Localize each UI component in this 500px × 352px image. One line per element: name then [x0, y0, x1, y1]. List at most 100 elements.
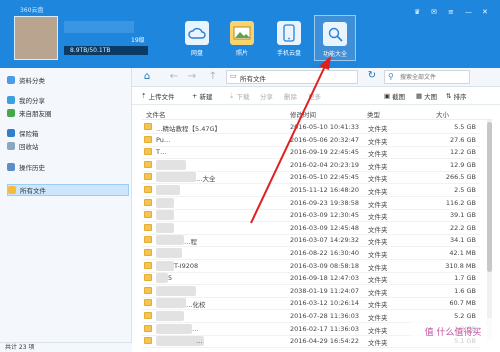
up-icon[interactable]: ↑	[207, 71, 219, 83]
sort-button[interactable]: ⇅ 排序	[446, 91, 466, 101]
sidebar-item-label: 所有文件	[20, 187, 46, 195]
column-type[interactable]: 类型	[367, 109, 380, 119]
menu-icon[interactable]: ≡	[448, 8, 454, 16]
cell-date: 2016-02-04 20:23:19	[290, 160, 360, 169]
sidebar-item-label: 保险箱	[19, 130, 39, 138]
view-button[interactable]: ▦ 大图	[416, 91, 437, 101]
search-box: ⚲	[384, 70, 470, 84]
cell-name: …	[196, 337, 203, 346]
sort-icon: ⇅	[446, 92, 452, 100]
column-modified[interactable]: 修改时间	[290, 109, 316, 119]
cell-date: 2016-07-28 11:36:03	[290, 312, 360, 320]
cell-date: 2016-05-10 10:41:33	[290, 123, 360, 131]
download-button[interactable]: ⇣ 下载	[229, 91, 249, 101]
sidebar-item-from-friends[interactable]: 来自朋友圈	[7, 107, 129, 119]
delete-label: 删除	[284, 93, 297, 101]
cell-date: 2016-09-18 12:47:03	[290, 274, 360, 283]
cell-size: 12.9 GB	[449, 160, 476, 169]
folder-icon	[144, 160, 152, 168]
topnav-cloud-drive[interactable]: 网盘	[176, 15, 218, 61]
forward-icon[interactable]: →	[186, 71, 198, 83]
screenshot-button[interactable]: ▣ 截图	[384, 91, 405, 101]
folder-icon	[144, 173, 152, 181]
storage-usage: 8.9TB/50.1TB	[64, 46, 148, 55]
blurred-name	[156, 172, 196, 183]
folder-icon	[144, 148, 152, 156]
sidebar-item-safe-box[interactable]: 保险箱	[7, 127, 129, 139]
cell-type: 文件夹	[368, 288, 388, 297]
cell-type: 文件夹	[368, 339, 388, 348]
folder-icon	[144, 123, 152, 130]
sidebar-item-my-shares[interactable]: 我的分享	[7, 94, 129, 106]
folder-icon	[144, 249, 152, 256]
cell-size: 2.5 GB	[454, 186, 476, 194]
blurred-name	[156, 248, 182, 258]
refresh-icon[interactable]: ↻	[366, 70, 378, 82]
folder-icon	[144, 236, 152, 244]
category-icon	[7, 76, 15, 84]
topnav-features[interactable]: 功能大全	[314, 15, 356, 61]
close-icon[interactable]: ✕	[482, 8, 488, 16]
search-input[interactable]	[400, 72, 466, 83]
cell-name: Pu…	[156, 135, 171, 144]
skin-icon[interactable]: ♛	[414, 8, 420, 16]
screenshot-icon: ▣	[384, 92, 391, 100]
cell-type: 文件夹	[368, 137, 388, 146]
cell-name: T…	[156, 148, 167, 157]
cell-type: 文件夹	[368, 188, 388, 196]
delete-button[interactable]: 删除	[284, 91, 297, 101]
plus-icon: +	[192, 92, 198, 100]
watermark: 值 什么值得买	[410, 318, 496, 344]
cell-date: 2016-03-09 12:45:48	[290, 223, 360, 232]
scrollbar-thumb[interactable]	[487, 122, 492, 272]
cell-date: 2016-08-22 16:30:40	[290, 249, 360, 257]
cell-size: 5.5 GB	[454, 123, 476, 131]
minimize-icon[interactable]: —	[465, 8, 472, 16]
blurred-name	[156, 235, 184, 246]
topnav-label: 手机云盘	[276, 50, 301, 57]
more-button[interactable]: 更多	[308, 91, 321, 101]
new-button[interactable]: + 新建	[192, 91, 212, 101]
cell-size: 39.1 GB	[449, 211, 476, 220]
cell-date: 2015-11-12 16:48:20	[290, 186, 360, 194]
sort-label: 排序	[453, 93, 467, 101]
cell-size: 27.6 GB	[449, 135, 476, 144]
sidebar-item-label: 回收站	[19, 143, 39, 151]
photo-icon	[230, 21, 254, 45]
sidebar-item-all-files[interactable]: 所有文件	[7, 184, 129, 196]
avatar[interactable]	[14, 16, 58, 60]
sidebar-item-history[interactable]: 操作历史	[7, 161, 129, 173]
cell-size: 42.1 MB	[449, 249, 476, 257]
message-icon[interactable]: ✉	[431, 8, 437, 16]
cell-size: 60.7 MB	[449, 299, 476, 308]
cell-type: 文件夹	[368, 251, 388, 259]
breadcrumb[interactable]: ▭ 所有文件	[226, 70, 358, 84]
cell-date: 2016-03-09 12:30:45	[290, 211, 360, 220]
topnav-phone-cloud[interactable]: 手机云盘	[268, 15, 310, 61]
sidebar-item-label: 资料分类	[19, 77, 45, 85]
sidebar-item-categories[interactable]: 资料分类	[7, 74, 129, 86]
sidebar-item-recycle-bin[interactable]: 回收站	[7, 140, 129, 152]
home-icon[interactable]: ⌂	[141, 71, 153, 83]
upload-button[interactable]: ⇡ 上传文件	[141, 91, 174, 101]
topnav-photos[interactable]: 照片	[221, 15, 263, 61]
cell-date: 2038-01-19 11:24:07	[290, 286, 360, 295]
download-icon: ⇣	[229, 92, 235, 100]
cell-date: 2016-09-19 22:45:45	[290, 148, 360, 157]
column-name[interactable]: 文件名	[146, 109, 166, 119]
share-button[interactable]: 分享	[260, 91, 273, 101]
cell-type: 文件夹	[368, 175, 388, 184]
app-title: 360云盘	[20, 7, 44, 14]
cell-size: 22.2 GB	[449, 223, 476, 232]
folder-icon	[144, 211, 152, 219]
recycle-bin-icon	[7, 142, 15, 150]
folder-icon	[144, 261, 152, 269]
more-label: 更多	[308, 93, 321, 101]
cell-size: 12.2 GB	[449, 148, 476, 157]
folder-icon	[144, 312, 152, 319]
blurred-name	[156, 273, 168, 284]
column-size[interactable]: 大小	[436, 109, 449, 119]
back-icon[interactable]: ←	[168, 71, 180, 83]
cloud-drive-icon	[185, 21, 209, 45]
cell-name: 5	[168, 274, 173, 283]
